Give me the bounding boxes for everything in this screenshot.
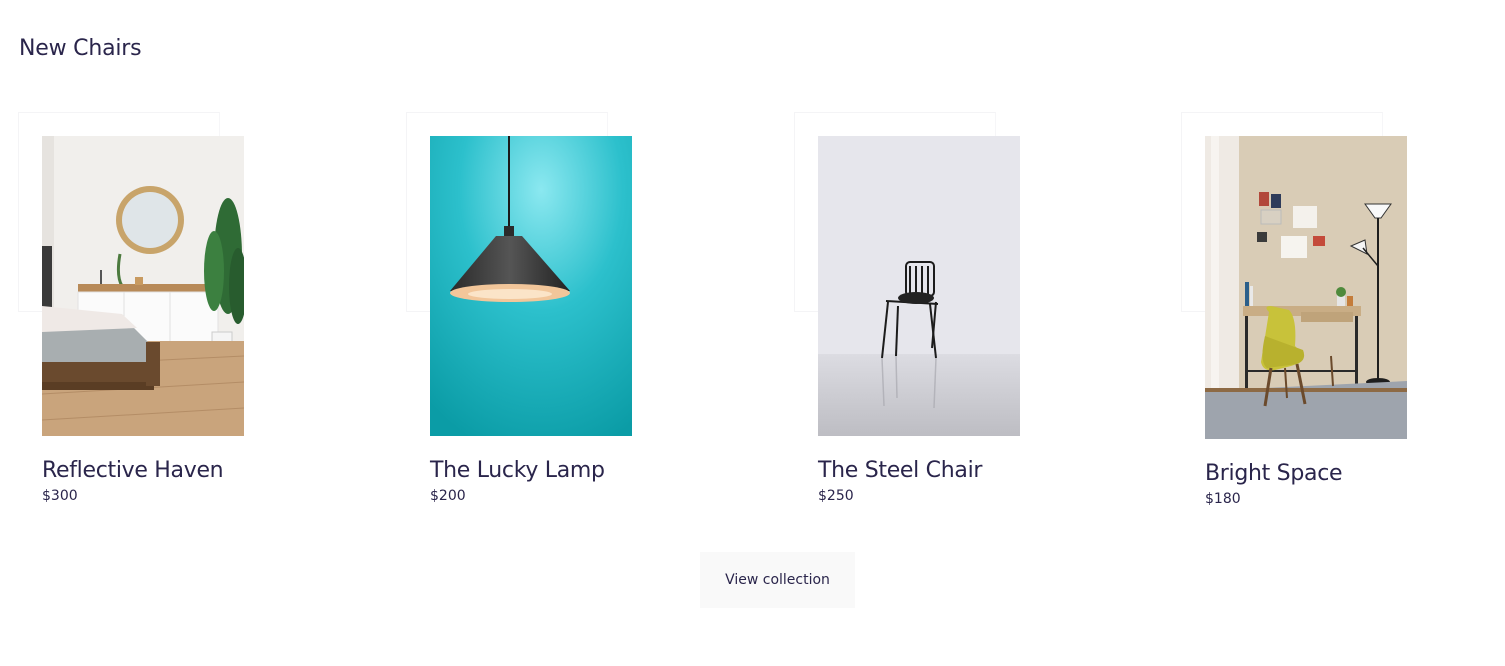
view-collection-button[interactable]: View collection — [700, 552, 855, 608]
product-card-reflective-haven[interactable]: Reflective Haven $300 — [18, 112, 408, 522]
product-price: $300 — [42, 488, 78, 504]
product-image-bedroom[interactable] — [42, 136, 244, 436]
product-price: $180 — [1205, 491, 1241, 507]
product-image-lamp[interactable] — [430, 136, 632, 436]
product-name[interactable]: The Steel Chair — [818, 458, 982, 483]
product-image-yellow-chair[interactable] — [1205, 136, 1407, 439]
product-card-lucky-lamp[interactable]: The Lucky Lamp $200 — [406, 112, 796, 522]
product-name[interactable]: The Lucky Lamp — [430, 458, 605, 483]
product-name[interactable]: Bright Space — [1205, 461, 1343, 486]
product-price: $250 — [818, 488, 854, 504]
product-price: $200 — [430, 488, 466, 504]
section-title: New Chairs — [19, 36, 142, 61]
product-image-steel-chair[interactable] — [818, 136, 1020, 436]
product-card-steel-chair[interactable]: The Steel Chair $250 — [794, 112, 1184, 522]
product-name[interactable]: Reflective Haven — [42, 458, 224, 483]
product-card-bright-space[interactable]: Bright Space $180 — [1181, 112, 1505, 522]
